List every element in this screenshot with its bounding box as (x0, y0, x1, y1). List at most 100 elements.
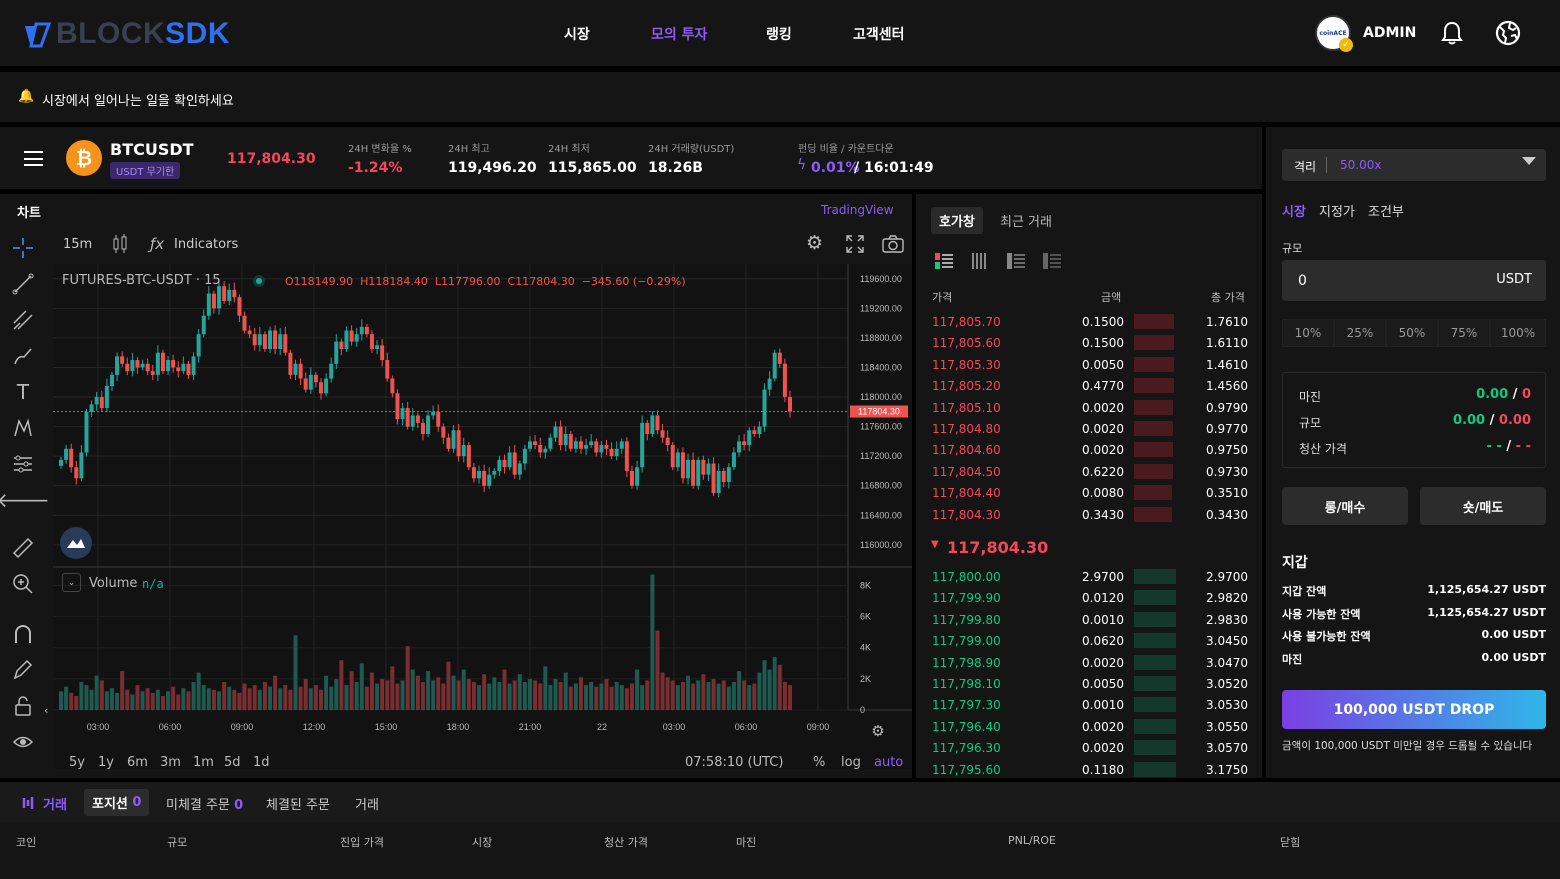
ask-row[interactable]: 117,804.60 0.0020 0.9750 (932, 440, 1248, 461)
scroll-left-icon[interactable]: ‹ (44, 704, 48, 717)
auto-scale-toggle[interactable]: auto (874, 755, 903, 770)
size-input[interactable]: 0 USDT (1282, 260, 1546, 301)
camera-icon[interactable] (882, 235, 904, 253)
fullscreen-icon[interactable] (846, 235, 864, 253)
candle-type-icon[interactable] (112, 234, 128, 254)
percent-50-button[interactable]: 50% (1386, 319, 1438, 347)
short-sell-button[interactable]: 숏/매도 (1420, 487, 1546, 525)
bid-row[interactable]: 117,795.60 0.1180 3.1750 (932, 760, 1248, 781)
long-buy-button[interactable]: 롱/매수 (1282, 487, 1408, 525)
tab-trades[interactable]: 거래 (355, 794, 379, 813)
view-both-icon[interactable] (935, 253, 953, 269)
order-type-market[interactable]: 시장 (1282, 201, 1306, 220)
bid-row[interactable]: 117,799.00 0.0620 3.0450 (932, 631, 1248, 652)
range-1m[interactable]: 1m (193, 755, 224, 770)
unlock-icon[interactable] (11, 694, 35, 718)
brand-logo[interactable]: BLOCK SDK (22, 17, 230, 51)
view-asks-icon[interactable] (1007, 253, 1025, 269)
ruler-tool-icon[interactable] (11, 536, 35, 560)
price-chart[interactable]: 119600.00 119200.00 118800.00 118400.00 1180… (53, 264, 912, 769)
back-arrow-icon[interactable]: 🡐 (0, 488, 50, 512)
range-5y[interactable]: 5y (69, 755, 98, 770)
range-1d[interactable]: 1d (253, 755, 282, 770)
ask-row[interactable]: 117,804.40 0.0080 0.3510 (932, 483, 1248, 504)
nav-mock-trading[interactable]: 모의 투자 (651, 24, 707, 44)
tab-orderbook[interactable]: 호가창 (931, 207, 983, 234)
ask-row[interactable]: 117,804.80 0.0020 0.9770 (932, 419, 1248, 440)
nav-ranking[interactable]: 랭킹 (766, 24, 792, 44)
percent-25-button[interactable]: 25% (1334, 319, 1386, 347)
ask-row[interactable]: 117,804.30 0.3430 0.3430 (932, 505, 1248, 526)
view-columns-icon[interactable] (971, 253, 989, 269)
tab-recent-trades[interactable]: 최근 거래 (1000, 211, 1052, 230)
collapse-chevron-icon[interactable]: ⌄ (62, 573, 81, 592)
volume-bar (84, 685, 89, 710)
margin-leverage-selector[interactable]: 격리 50.00x (1282, 149, 1546, 181)
bid-row[interactable]: 117,799.80 0.0010 2.9830 (932, 610, 1248, 631)
ask-row[interactable]: 117,805.60 0.1500 1.6110 (932, 333, 1248, 354)
bid-price: 117,796.40 (932, 719, 1001, 734)
lock-drawing-icon[interactable] (11, 658, 35, 682)
zoom-in-icon[interactable] (11, 572, 35, 596)
range-6m[interactable]: 6m (127, 755, 160, 770)
ask-row[interactable]: 117,805.70 0.1500 1.7610 (932, 312, 1248, 333)
globe-icon[interactable] (1494, 19, 1522, 47)
ask-row[interactable]: 117,805.20 0.4770 1.4560 (932, 376, 1248, 397)
view-bids-icon[interactable] (1043, 253, 1061, 269)
fib-tool-icon[interactable] (11, 308, 35, 332)
menu-icon[interactable] (24, 151, 43, 166)
trendline-tool-icon[interactable] (11, 272, 35, 296)
prediction-tool-icon[interactable] (11, 452, 35, 476)
volume-bar (150, 692, 155, 710)
bid-row[interactable]: 117,796.40 0.0020 3.0550 (932, 717, 1248, 738)
user-name[interactable]: ADMIN (1363, 25, 1416, 41)
bid-row[interactable]: 117,798.10 0.0050 3.0520 (932, 674, 1248, 695)
nav-market[interactable]: 시장 (564, 24, 590, 44)
bid-row[interactable]: 117,800.00 2.9700 2.9700 (932, 567, 1248, 588)
candle-body (257, 334, 262, 346)
usdt-drop-button[interactable]: 100,000 USDT DROP (1282, 690, 1546, 729)
tab-positions[interactable]: 포지션 0 (84, 789, 150, 816)
bid-price: 117,799.00 (932, 634, 1001, 649)
settings-gear-icon[interactable]: ⚙ (806, 232, 823, 254)
bell-icon[interactable] (1440, 20, 1464, 46)
range-1y[interactable]: 1y (98, 755, 127, 770)
avatar[interactable]: coinACE ✓ (1315, 15, 1353, 52)
brush-tool-icon[interactable] (11, 344, 35, 368)
indicators-button[interactable]: Indicators (174, 237, 238, 252)
order-type-limit[interactable]: 지정가 (1319, 201, 1355, 220)
summary-liq-a: - - (1486, 439, 1502, 454)
nav-support[interactable]: 고객센터 (853, 24, 905, 44)
tab-filled-orders[interactable]: 체결된 주문 (266, 794, 330, 813)
ask-row[interactable]: 117,805.10 0.0020 0.9790 (932, 398, 1248, 419)
tradingview-logo-icon[interactable] (60, 527, 92, 559)
magnet-icon[interactable] (11, 622, 35, 646)
ask-total: 0.9790 (1206, 400, 1248, 415)
crosshair-tool-icon[interactable] (11, 236, 35, 260)
tradingview-link[interactable]: TradingView (821, 203, 894, 217)
eye-icon[interactable] (11, 730, 35, 754)
ticker-symbol[interactable]: BTCUSDT (110, 140, 194, 159)
pattern-tool-icon[interactable] (11, 416, 35, 440)
volume-bar (349, 671, 354, 710)
orderbook-header-amount: 금액 (1101, 291, 1122, 304)
bid-row[interactable]: 117,798.90 0.0020 3.0470 (932, 653, 1248, 674)
tab-open-orders[interactable]: 미체결 주문 0 (166, 794, 243, 813)
ask-row[interactable]: 117,805.30 0.0050 1.4610 (932, 355, 1248, 376)
announcement-text[interactable]: 시장에서 일어나는 일을 확인하세요 (42, 90, 234, 109)
log-scale-toggle[interactable]: log (841, 755, 861, 770)
bid-row[interactable]: 117,796.30 0.0020 3.0570 (932, 738, 1248, 759)
percent-100-button[interactable]: 100% (1490, 319, 1546, 347)
interval-selector[interactable]: 15m (63, 237, 92, 252)
percent-scale-toggle[interactable]: % (813, 755, 825, 770)
bid-row[interactable]: 117,799.90 0.0120 2.9820 (932, 588, 1248, 609)
percent-75-button[interactable]: 75% (1438, 319, 1490, 347)
ask-row[interactable]: 117,804.50 0.6220 0.9730 (932, 462, 1248, 483)
order-type-conditional[interactable]: 조건부 (1368, 201, 1404, 220)
range-5d[interactable]: 5d (224, 755, 253, 770)
candle-body (517, 463, 522, 475)
bid-row[interactable]: 117,797.30 0.0010 3.0530 (932, 695, 1248, 716)
range-3m[interactable]: 3m (160, 755, 193, 770)
percent-10-button[interactable]: 10% (1282, 319, 1334, 347)
text-tool-icon[interactable]: T (11, 380, 35, 404)
